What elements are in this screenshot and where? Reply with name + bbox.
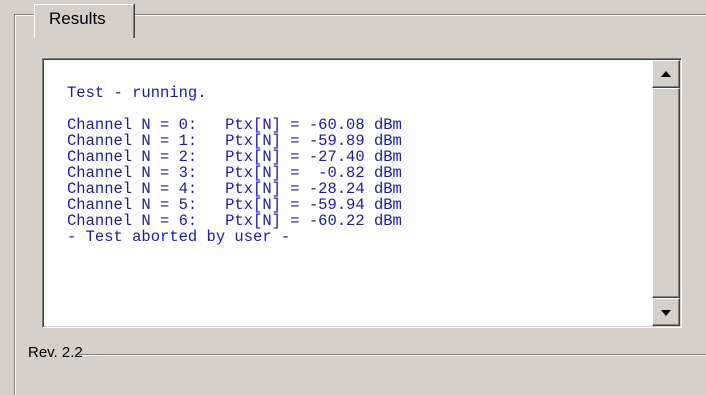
log-line: Channel N = 5: Ptx[N] = -59.94 dBm xyxy=(67,196,402,214)
scroll-down-button[interactable] xyxy=(652,298,680,326)
scrollbar-thumb[interactable] xyxy=(652,88,680,298)
log-line-blank xyxy=(67,101,637,117)
results-tab-label: Results xyxy=(49,9,106,28)
footer-divider xyxy=(76,354,706,356)
results-output-panel[interactable]: Test - running. Channel N = 0: Ptx[N] = … xyxy=(42,58,682,328)
vertical-scrollbar[interactable] xyxy=(652,60,680,326)
log-line: Channel N = 1: Ptx[N] = -59.89 dBm xyxy=(67,132,402,150)
log-line: Test - running. xyxy=(67,84,207,102)
scroll-up-button[interactable] xyxy=(652,60,680,88)
log-line: Channel N = 3: Ptx[N] = -0.82 dBm xyxy=(67,164,402,182)
log-line: - Test aborted by user - xyxy=(67,228,291,246)
results-tab[interactable]: Results xyxy=(34,4,134,38)
log-line: Channel N = 6: Ptx[N] = -60.22 dBm xyxy=(67,212,402,230)
revision-label: Rev. 2.2 xyxy=(28,344,83,361)
log-line: Channel N = 2: Ptx[N] = -27.40 dBm xyxy=(67,148,402,166)
log-line: Channel N = 4: Ptx[N] = -28.24 dBm xyxy=(67,180,402,198)
arrow-up-icon xyxy=(661,71,671,77)
log-line: Channel N = 0: Ptx[N] = -60.08 dBm xyxy=(67,116,402,134)
results-log: Test - running. Channel N = 0: Ptx[N] = … xyxy=(67,85,637,245)
arrow-down-icon xyxy=(661,310,671,316)
